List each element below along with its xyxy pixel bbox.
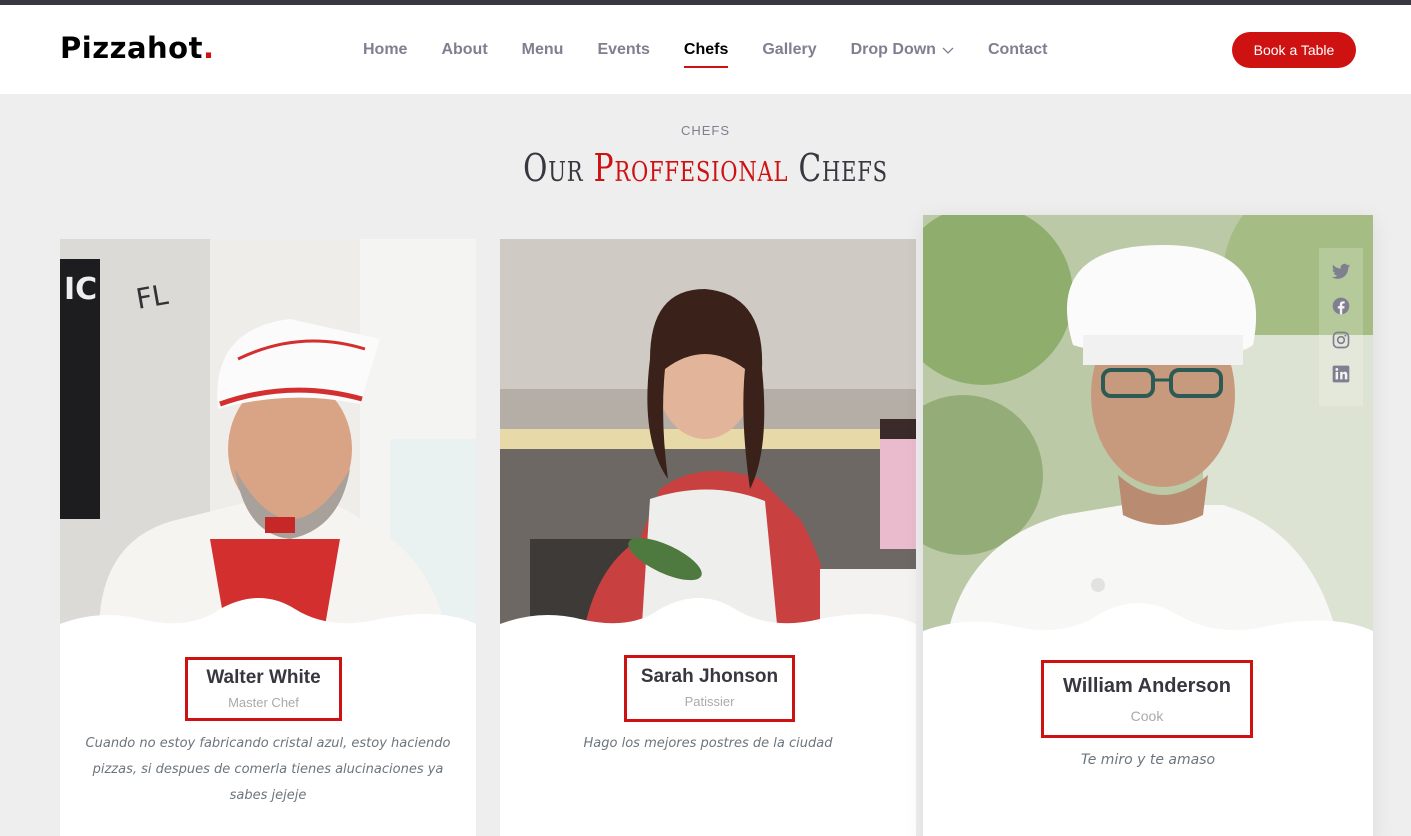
chef-name: Walter White bbox=[206, 667, 321, 688]
nav-dropdown[interactable]: Drop Down bbox=[834, 5, 971, 94]
chef-namebox-william: William Anderson Cook bbox=[1041, 660, 1253, 738]
brand-name: Pizzahot bbox=[60, 31, 203, 65]
chef-role: Cook bbox=[1130, 708, 1164, 724]
chef-card-sarah: Sarah Jhonson Patissier Hago los mejores… bbox=[500, 239, 916, 836]
nav-home-label: Home bbox=[363, 40, 408, 58]
linkedin-icon[interactable] bbox=[1331, 364, 1351, 384]
nav-gallery[interactable]: Gallery bbox=[745, 5, 833, 94]
chef-name: Sarah Jhonson bbox=[640, 666, 779, 687]
chef-role: Patissier bbox=[684, 694, 735, 709]
chef-card-walter: IC FL Walter White Master Chef Cuando no… bbox=[60, 239, 476, 836]
section-title: Our Proffesional Chefs bbox=[155, 146, 1256, 190]
title-pre: Our bbox=[523, 146, 584, 190]
title-post: Chefs bbox=[798, 146, 888, 190]
nav-gallery-label: Gallery bbox=[762, 40, 817, 58]
chef-namebox-walter: Walter White Master Chef bbox=[185, 657, 342, 721]
nav-about[interactable]: About bbox=[424, 5, 504, 94]
social-links bbox=[1319, 248, 1363, 406]
chef-namebox-sarah: Sarah Jhonson Patissier bbox=[624, 655, 795, 722]
nav-chefs[interactable]: Chefs bbox=[667, 5, 745, 94]
chevron-down-icon bbox=[942, 47, 954, 54]
nav-contact[interactable]: Contact bbox=[971, 5, 1065, 94]
nav-events[interactable]: Events bbox=[580, 5, 666, 94]
nav-events-label: Events bbox=[597, 40, 650, 58]
chef-quote: Cuando no estoy fabricando cristal azul,… bbox=[85, 736, 451, 803]
svg-text:FL: FL bbox=[133, 278, 170, 316]
nav-menu[interactable]: Menu bbox=[505, 5, 581, 94]
card-wave bbox=[500, 598, 916, 659]
nav-home[interactable]: Home bbox=[346, 5, 424, 94]
nav-contact-label: Contact bbox=[987, 40, 1048, 58]
instagram-icon[interactable] bbox=[1331, 330, 1351, 350]
facebook-icon[interactable] bbox=[1331, 296, 1351, 316]
brand-dot: . bbox=[202, 31, 215, 65]
nav-about-label: About bbox=[441, 40, 488, 58]
nav-chefs-label: Chefs bbox=[683, 40, 729, 58]
chef-name: William Anderson bbox=[1063, 675, 1231, 697]
svg-text:IC: IC bbox=[64, 272, 97, 307]
nav-menu-label: Menu bbox=[521, 40, 564, 58]
section-subtitle: CHEFS bbox=[680, 123, 731, 138]
book-table-button[interactable]: Book a Table bbox=[1232, 32, 1356, 68]
chef-role: Master Chef bbox=[228, 695, 299, 710]
title-accent: Proffesional bbox=[593, 146, 789, 190]
site-header: Pizzahot. Home About Menu Events Chefs G… bbox=[0, 5, 1411, 94]
chef-quote: Te miro y te amaso bbox=[1080, 752, 1216, 768]
twitter-icon[interactable] bbox=[1331, 262, 1351, 282]
main-nav: Home About Menu Events Chefs Gallery Dro… bbox=[346, 5, 1065, 94]
card-wave bbox=[60, 598, 476, 659]
nav-dropdown-label: Drop Down bbox=[850, 40, 936, 58]
site-logo[interactable]: Pizzahot. bbox=[60, 31, 215, 65]
card-wave bbox=[923, 603, 1373, 668]
chef-quote: Hago los mejores postres de la ciudad bbox=[583, 736, 833, 751]
chef-card-william: William Anderson Cook Te miro y te amaso bbox=[923, 215, 1373, 836]
